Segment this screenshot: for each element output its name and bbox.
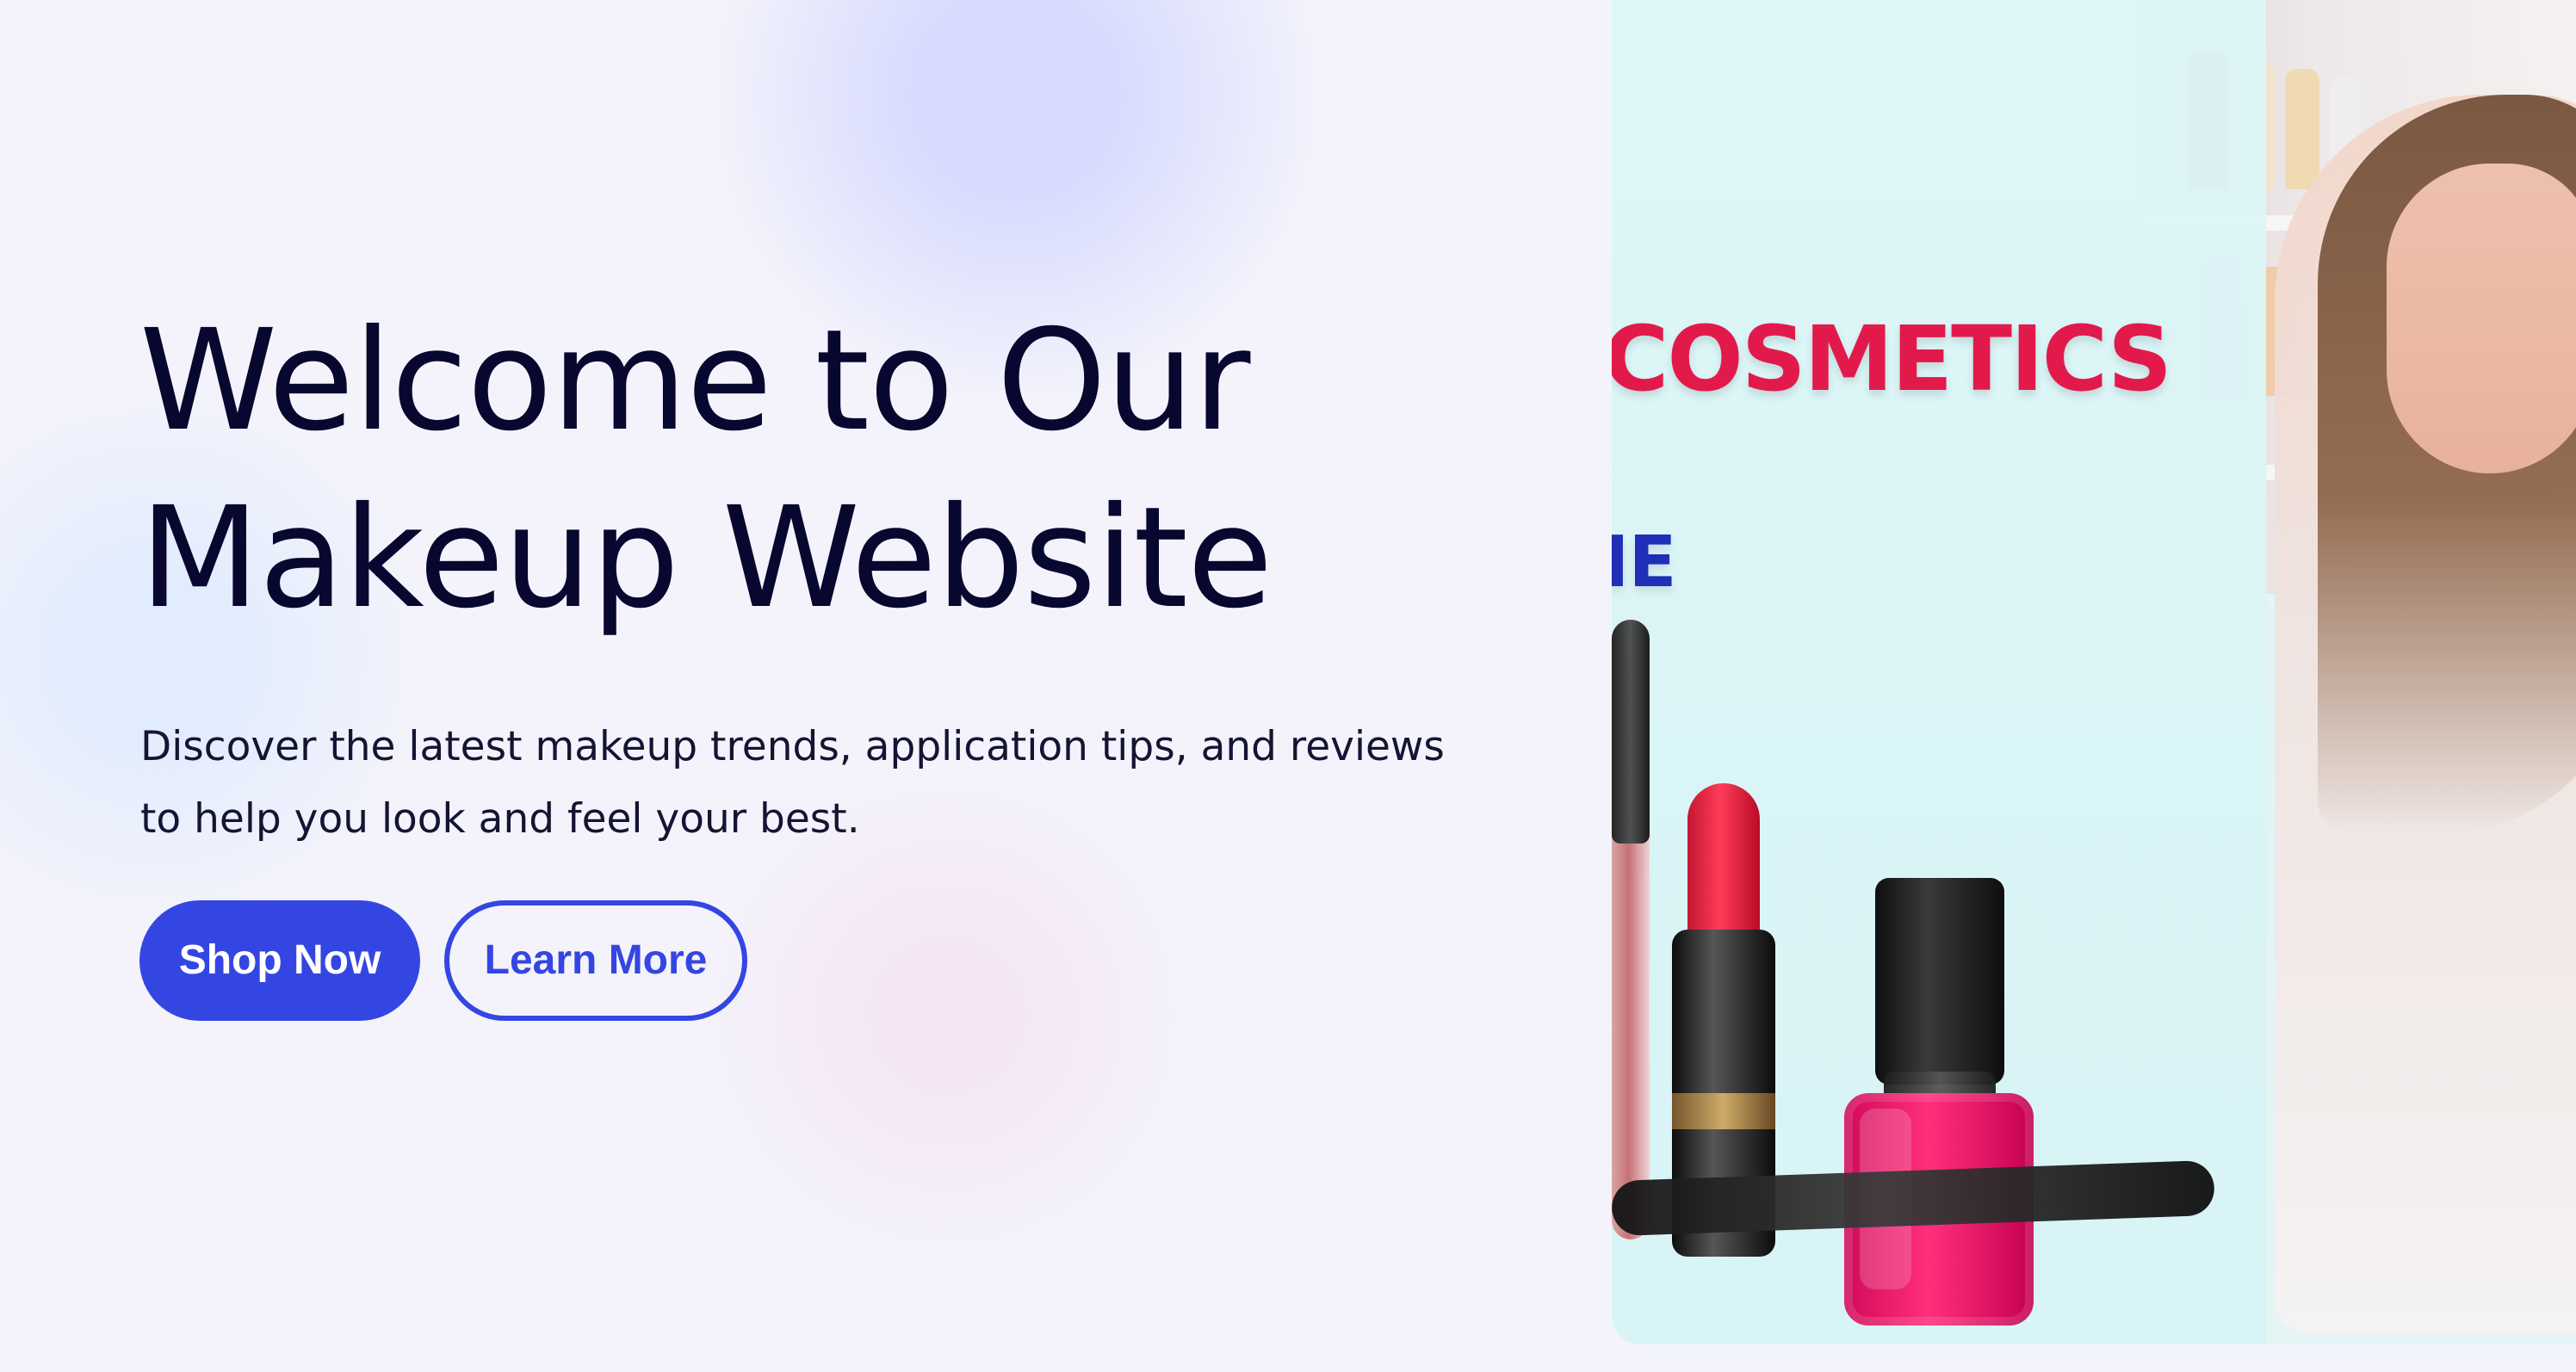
nail-polish	[1844, 878, 2068, 1326]
lipstick-bullet	[1687, 783, 1760, 947]
learn-more-button[interactable]: Learn More	[444, 900, 747, 1021]
hero-image: COSMETICS IE	[1612, 0, 2576, 1344]
lip-gloss-cap	[1612, 620, 1650, 844]
hero-section: Welcome to Our Makeup Website Discover t…	[0, 0, 1610, 1372]
shelf-bottle	[2285, 69, 2319, 189]
face	[2387, 164, 2576, 473]
image-overlay-panel: COSMETICS IE	[1612, 0, 2266, 1344]
hero-title-line-1: Welcome to Our	[139, 300, 1250, 462]
nail-polish-cap	[1875, 878, 2004, 1085]
hero-actions: Shop Now Learn More	[139, 900, 747, 1021]
makeup-products	[1612, 620, 2266, 1344]
image-brand-text: COSMETICS	[1612, 306, 2172, 411]
image-sub-text: IE	[1612, 522, 1677, 603]
lipstick-ring	[1672, 1093, 1775, 1129]
hero-title: Welcome to Our Makeup Website	[139, 293, 1431, 647]
hero-description: Discover the latest makeup trends, appli…	[140, 723, 1445, 843]
lip-gloss	[1612, 620, 1650, 1239]
hero-title-line-2: Makeup Website	[139, 478, 1273, 640]
shop-now-button[interactable]: Shop Now	[139, 900, 420, 1021]
